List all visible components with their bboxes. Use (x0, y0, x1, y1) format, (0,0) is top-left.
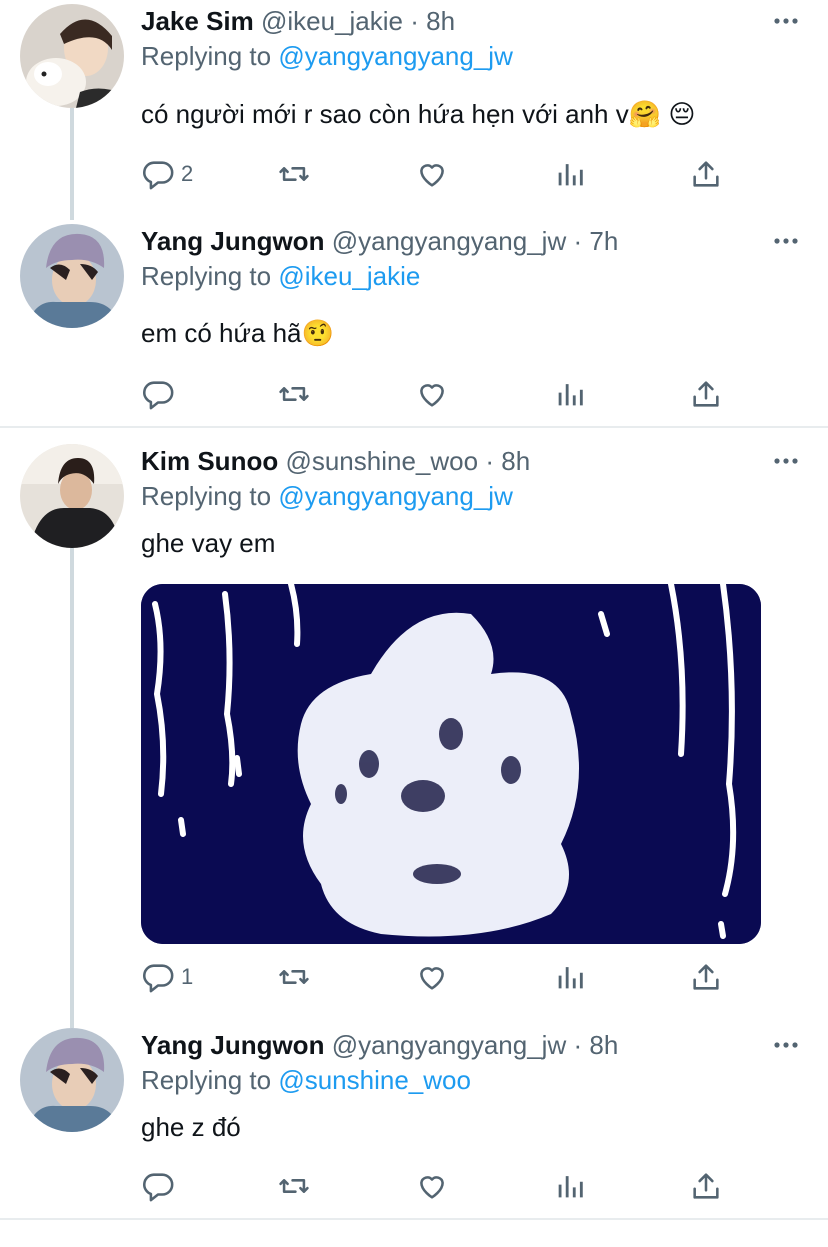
retweet-icon (279, 1179, 309, 1193)
retweet-icon (279, 167, 309, 181)
reply-button[interactable]: 2 (141, 157, 193, 191)
display-name[interactable]: Kim Sunoo (141, 446, 278, 476)
analytics-icon (558, 1176, 583, 1198)
reply-count: 1 (181, 964, 194, 989)
separator: · (485, 446, 494, 476)
replying-label: Replying to (141, 41, 272, 71)
like-button[interactable] (415, 377, 449, 411)
share-button[interactable] (689, 1169, 723, 1203)
reply-icon (143, 1173, 174, 1202)
display-name[interactable]: Jake Sim (141, 6, 254, 36)
like-button[interactable] (415, 960, 449, 994)
avatar[interactable] (20, 444, 124, 548)
like-icon (420, 967, 444, 990)
replying-to-handle[interactable]: @sunshine_woo (278, 1065, 471, 1095)
timestamp[interactable]: 7h (589, 226, 618, 256)
like-icon (420, 384, 444, 407)
share-icon (693, 161, 719, 187)
like-icon (420, 1176, 444, 1199)
user-handle[interactable]: @yangyangyang_jw (332, 226, 567, 256)
like-button[interactable] (415, 1169, 449, 1203)
action-bar: 2 (141, 157, 741, 191)
tweet[interactable]: Yang Jungwon @yangyangyang_jw · 8h Reply… (0, 1024, 828, 1224)
display-name[interactable]: Yang Jungwon (141, 226, 324, 256)
retweet-button[interactable] (277, 1169, 311, 1203)
analytics-button[interactable] (553, 377, 587, 411)
tweet[interactable]: Kim Sunoo @sunshine_woo · 8h Replying to… (0, 440, 828, 1010)
reply-count: 2 (181, 161, 194, 186)
more-icon[interactable] (772, 446, 800, 476)
replying-to: Replying to @sunshine_woo (141, 1065, 471, 1095)
timestamp[interactable]: 8h (501, 446, 530, 476)
action-bar: 1 (141, 960, 741, 994)
tweet-text: ghe vay em (141, 528, 276, 558)
thread-divider (0, 426, 828, 428)
user-handle[interactable]: @yangyangyang_jw (332, 1030, 567, 1060)
retweet-icon (279, 387, 309, 401)
analytics-icon (558, 384, 583, 406)
analytics-button[interactable] (553, 157, 587, 191)
like-icon (420, 164, 444, 187)
separator: · (573, 1030, 583, 1060)
tweet-text: có người mới r sao còn hứa hẹn với anh v… (141, 99, 696, 129)
retweet-button[interactable] (277, 157, 311, 191)
user-handle[interactable]: @ikeu_jakie (261, 6, 403, 36)
avatar[interactable] (20, 4, 124, 108)
more-icon[interactable] (772, 226, 800, 256)
replying-to: Replying to @yangyangyang_jw (141, 481, 513, 511)
reply-icon (143, 964, 174, 993)
replying-label: Replying to (141, 481, 272, 511)
tweet-header: Yang Jungwon @yangyangyang_jw · 7h (141, 226, 618, 256)
more-icon[interactable] (772, 1030, 800, 1060)
user-handle[interactable]: @sunshine_woo (285, 446, 478, 476)
replying-to-handle[interactable]: @ikeu_jakie (278, 261, 420, 291)
replying-label: Replying to (141, 261, 272, 291)
retweet-button[interactable] (277, 377, 311, 411)
avatar[interactable] (20, 1028, 124, 1132)
share-button[interactable] (689, 157, 723, 191)
separator: · (410, 6, 419, 36)
analytics-button[interactable] (553, 960, 587, 994)
reply-button[interactable] (141, 1169, 181, 1203)
analytics-icon (558, 164, 583, 186)
timestamp[interactable]: 8h (426, 6, 455, 36)
share-icon (693, 1173, 719, 1199)
reply-icon (143, 161, 174, 190)
more-icon[interactable] (772, 6, 800, 36)
retweet-button[interactable] (277, 960, 311, 994)
reply-button[interactable] (141, 377, 181, 411)
replying-to-handle[interactable]: @yangyangyang_jw (278, 481, 513, 511)
tweet-header: Yang Jungwon @yangyangyang_jw · 8h (141, 1030, 618, 1060)
share-icon (693, 964, 719, 990)
display-name[interactable]: Yang Jungwon (141, 1030, 324, 1060)
tweet-text: ghe z đó (141, 1112, 241, 1142)
replying-label: Replying to (141, 1065, 272, 1095)
replying-to: Replying to @yangyangyang_jw (141, 41, 513, 71)
tweet-image[interactable] (141, 584, 761, 944)
action-bar (141, 377, 741, 411)
reply-icon (143, 381, 174, 410)
tweet[interactable]: Jake Sim @ikeu_jakie · 8h Replying to @y… (0, 0, 828, 210)
analytics-button[interactable] (553, 1169, 587, 1203)
share-button[interactable] (689, 960, 723, 994)
like-button[interactable] (415, 157, 449, 191)
tweet-header: Kim Sunoo @sunshine_woo · 8h (141, 446, 530, 476)
tweet-header: Jake Sim @ikeu_jakie · 8h (141, 6, 455, 36)
avatar[interactable] (20, 224, 124, 328)
timestamp[interactable]: 8h (589, 1030, 618, 1060)
replying-to: Replying to @ikeu_jakie (141, 261, 420, 291)
action-bar (141, 1169, 741, 1203)
analytics-icon (558, 967, 583, 989)
tweet-text: em có hứa hã🤨 (141, 318, 334, 348)
retweet-icon (279, 970, 309, 984)
share-icon (693, 381, 719, 407)
share-button[interactable] (689, 377, 723, 411)
tweet[interactable]: Yang Jungwon @yangyangyang_jw · 7h Reply… (0, 220, 828, 425)
separator: · (573, 226, 583, 256)
thread-divider (0, 1218, 828, 1220)
reply-button[interactable]: 1 (141, 960, 193, 994)
replying-to-handle[interactable]: @yangyangyang_jw (278, 41, 513, 71)
